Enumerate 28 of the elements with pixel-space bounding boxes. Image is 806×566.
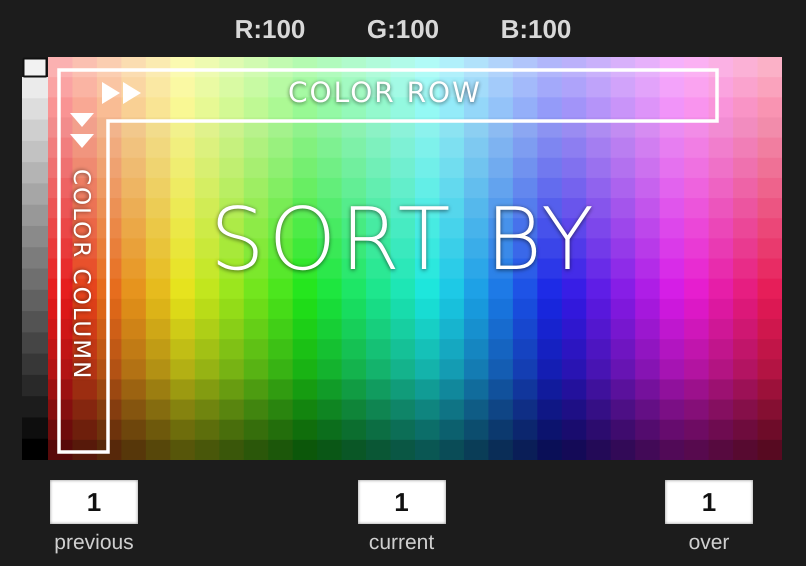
- field-label: previous: [54, 532, 134, 553]
- color-swatch-column[interactable]: [610, 57, 636, 460]
- color-swatch-column[interactable]: [170, 57, 196, 460]
- number-field[interactable]: 1: [50, 480, 138, 524]
- number-field[interactable]: 1: [665, 480, 753, 524]
- column-label: COLOR COLUMN: [69, 169, 92, 380]
- right-arrows-icon: [102, 82, 141, 104]
- color-swatch-column[interactable]: [48, 57, 73, 460]
- row-label: COLOR ROW: [288, 79, 482, 107]
- color-swatch-column[interactable]: [121, 57, 146, 460]
- color-swatch-column[interactable]: [758, 57, 782, 460]
- field-label: current: [368, 532, 434, 553]
- color-readout: B:100: [500, 16, 572, 42]
- color-swatch-column[interactable]: [72, 57, 98, 460]
- field-label: over: [688, 532, 730, 553]
- color-readout: G:100: [366, 16, 440, 42]
- color-swatch-column[interactable]: [684, 57, 710, 460]
- number-field[interactable]: 1: [358, 480, 446, 524]
- color-swatch-column[interactable]: [635, 57, 660, 460]
- swatch-marker-icon: [22, 58, 48, 78]
- color-swatch-column[interactable]: [708, 57, 734, 460]
- color-swatch-column[interactable]: [96, 57, 122, 460]
- color-swatch-column[interactable]: [146, 57, 171, 460]
- color-swatch-column[interactable]: [660, 57, 685, 460]
- grayscale-swatch-column[interactable]: [22, 77, 48, 460]
- color-swatch-column[interactable]: [733, 57, 758, 460]
- down-arrows-icon: [70, 113, 94, 148]
- color-readout: R:100: [234, 16, 306, 42]
